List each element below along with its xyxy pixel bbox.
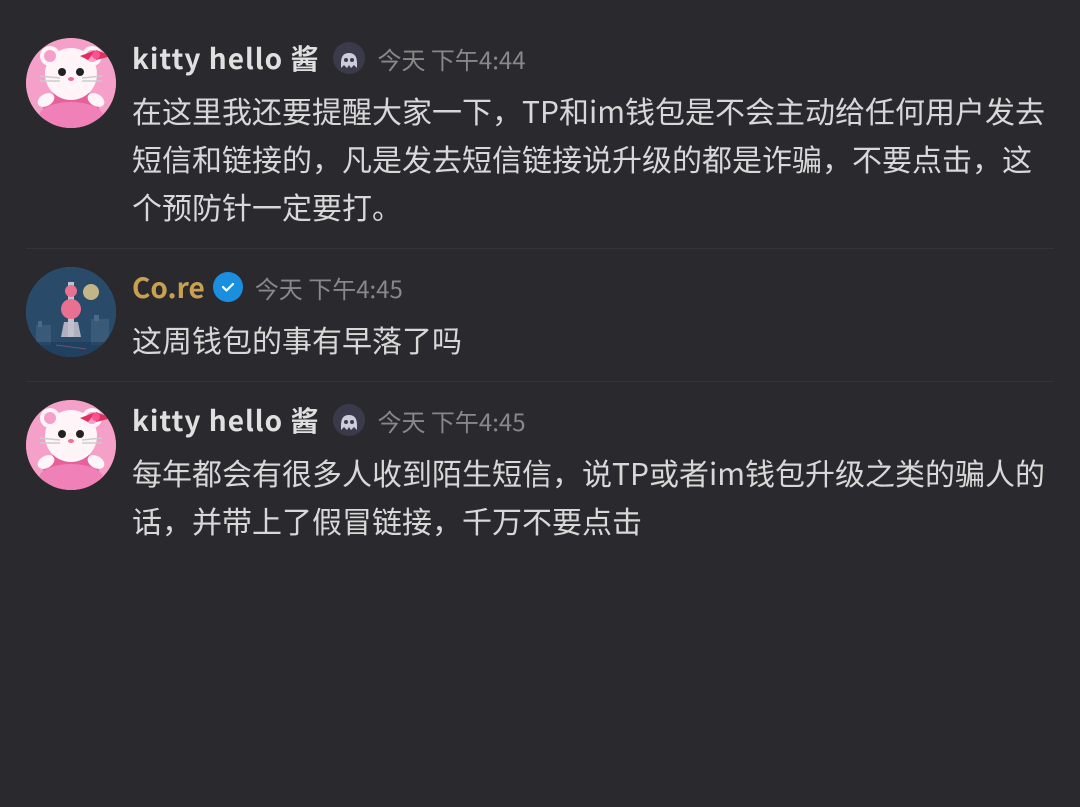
verified-badge [213, 272, 243, 302]
username: kitty hello 酱 [132, 38, 320, 78]
ghost-icon [332, 41, 366, 75]
avatar [26, 400, 116, 490]
username: Co.re [132, 267, 205, 307]
message-header: kitty hello 酱 今天 下午4:45 [132, 400, 1054, 440]
message-content: kitty hello 酱 今天 下午4:45 每年都会有很多人收到陌生短信，说… [132, 400, 1054, 544]
avatar [26, 38, 116, 128]
ghost-icon [332, 403, 366, 437]
username: kitty hello 酱 [132, 400, 320, 440]
message-text: 每年都会有很多人收到陌生短信，说TP或者im钱包升级之类的骗人的话，并带上了假冒… [132, 448, 1054, 544]
timestamp: 今天 下午4:44 [378, 41, 526, 76]
timestamp: 今天 下午4:45 [255, 270, 403, 305]
message-content: Co.re 今天 下午4:45 这周钱包的事有早落了吗 [132, 267, 1054, 363]
message-row: Co.re 今天 下午4:45 这周钱包的事有早落了吗 [16, 249, 1064, 381]
message-header: Co.re 今天 下午4:45 [132, 267, 1054, 307]
message-header: kitty hello 酱 今天 下午4:44 [132, 38, 1054, 78]
timestamp: 今天 下午4:45 [378, 403, 526, 438]
message-text: 这周钱包的事有早落了吗 [132, 315, 1054, 363]
avatar [26, 267, 116, 357]
message-text: 在这里我还要提醒大家一下，TP和im钱包是不会主动给任何用户发去短信和链接的，凡… [132, 86, 1054, 230]
message-row: kitty hello 酱 今天 下午4:44 在这里我还要提醒大家一下，TP和… [16, 20, 1064, 248]
message-row: kitty hello 酱 今天 下午4:45 每年都会有很多人收到陌生短信，说… [16, 382, 1064, 562]
chat-container: kitty hello 酱 今天 下午4:44 在这里我还要提醒大家一下，TP和… [0, 0, 1080, 582]
message-content: kitty hello 酱 今天 下午4:44 在这里我还要提醒大家一下，TP和… [132, 38, 1054, 230]
